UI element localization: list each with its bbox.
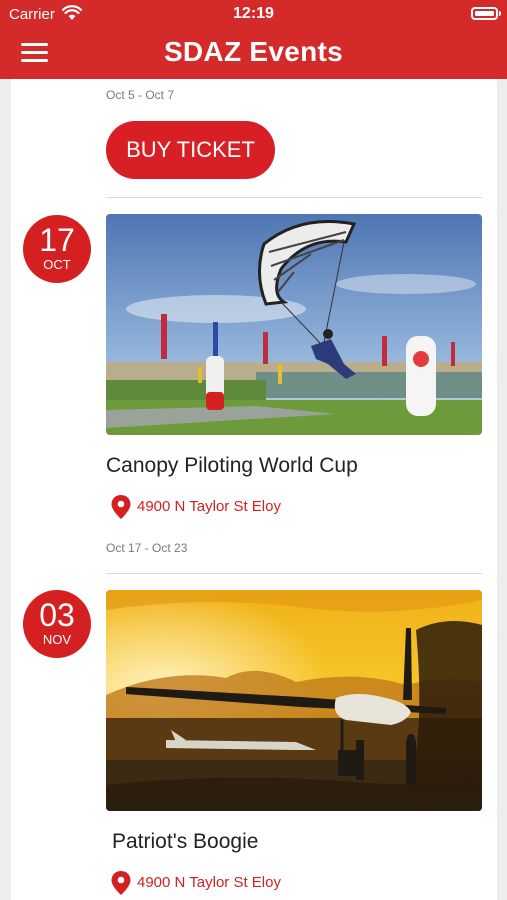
location-text: 4900 N Taylor St Eloy (137, 498, 281, 515)
map-pin-icon (111, 495, 131, 519)
badge-day: 03 (39, 597, 75, 633)
event-date-range: Oct 17 - Oct 23 (106, 541, 188, 555)
badge-month: NOV (42, 632, 72, 647)
event-title[interactable]: Patriot's Boogie (112, 830, 258, 854)
event-date-range: Oct 5 - Oct 7 (106, 88, 175, 102)
map-pin-icon (111, 871, 131, 895)
canopy-piloting-photo[interactable] (106, 214, 482, 435)
events-list[interactable]: Oct 5 - Oct 7 BUY TICKET 17 OCT Canopy P… (11, 79, 497, 900)
clock: 12:19 (233, 5, 274, 22)
divider (106, 197, 482, 198)
status-bar: Carrier 12:19 (0, 0, 507, 28)
buy-ticket-button[interactable]: BUY TICKET (106, 121, 275, 179)
battery-icon (471, 7, 501, 20)
date-badge: 17 OCT (23, 215, 91, 283)
date-badge: 03 NOV (23, 590, 91, 658)
app-title: SDAZ Events (163, 36, 344, 67)
airplane-sunset-photo[interactable] (106, 590, 482, 811)
badge-day: 17 (39, 222, 75, 258)
location-text: 4900 N Taylor St Eloy (137, 874, 281, 891)
divider (106, 573, 482, 574)
canopy-photo-svg (106, 214, 482, 435)
badge-month: OCT (43, 257, 71, 272)
app-header: Carrier 12:19 SDAZ Events (0, 0, 507, 79)
event-title[interactable]: Canopy Piloting World Cup (106, 454, 358, 478)
sunset-photo-svg (106, 590, 482, 811)
